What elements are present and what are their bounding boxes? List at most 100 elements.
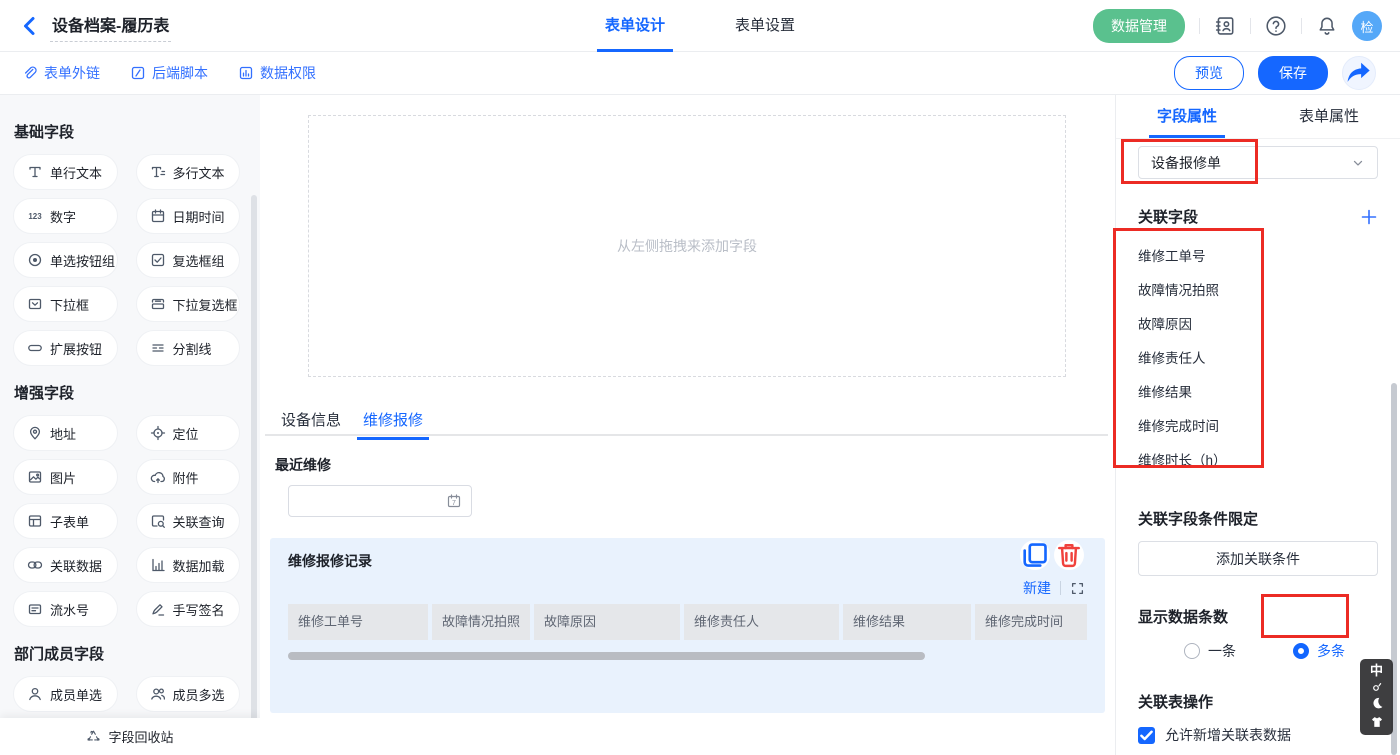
field-pill-label: 分割线 (173, 339, 212, 358)
subtable-actions: 新建 (1023, 578, 1085, 598)
field-pill-label: 手写签名 (173, 600, 225, 619)
divider (1250, 18, 1251, 34)
date-field-input[interactable]: 7 (288, 485, 472, 517)
divider (1060, 581, 1061, 595)
divider (1199, 18, 1200, 34)
field-pill[interactable]: 单选按钮组 (13, 242, 118, 278)
multiselect-icon (150, 296, 166, 312)
ime-toolbar[interactable]: 中 (1360, 659, 1393, 735)
help-icon[interactable] (1265, 15, 1287, 37)
sidebar-scrollbar[interactable] (251, 195, 257, 755)
field-pill-label: 日期时间 (173, 207, 225, 226)
field-pill[interactable]: 子表单 (13, 503, 118, 539)
field-pill[interactable]: 关联数据 (13, 547, 118, 583)
share-icon[interactable] (1342, 56, 1376, 90)
delete-field-icon[interactable] (1054, 540, 1084, 570)
field-pill-label: 子表单 (50, 512, 89, 531)
field-pill[interactable]: 手写签名 (136, 591, 241, 627)
avatar[interactable]: 检 (1352, 11, 1382, 41)
allow-add-row[interactable]: 允许新增关联表数据 (1138, 725, 1378, 745)
related-field-item[interactable]: 维修工单号 (1138, 240, 1378, 274)
field-pill[interactable]: 数据加载 (136, 547, 241, 583)
image-icon (27, 469, 43, 485)
date-field-label: 最近维修 (275, 455, 331, 475)
header-tab[interactable]: 表单设置 (733, 0, 797, 52)
field-pill[interactable]: 成员单选 (13, 676, 118, 712)
new-record-button[interactable]: 新建 (1023, 578, 1051, 598)
field-pill[interactable]: 123数字 (13, 198, 118, 234)
notifications-bell-icon[interactable] (1316, 15, 1338, 37)
field-pill[interactable]: 复选框组 (136, 242, 241, 278)
field-pill[interactable]: 附件 (136, 459, 241, 495)
field-palette-sidebar: 基础字段单行文本多行文本123数字日期时间单选按钮组复选框组下拉框下拉复选框扩展… (0, 95, 260, 755)
field-pill[interactable]: 下拉复选框 (136, 286, 241, 322)
field-pill[interactable]: 图片 (13, 459, 118, 495)
sidebar-section-grid: 单行文本多行文本 123数字 日期时间单选按钮组 复选框组下拉框 下拉复选框扩展按钮 分割… (13, 154, 240, 366)
toolbar-link[interactable]: 数据权限 (238, 63, 316, 83)
field-pill[interactable]: 关联查询 (136, 503, 241, 539)
add-field-plus-icon[interactable] (1360, 208, 1378, 226)
sidebar-section-title: 部门成员字段 (14, 643, 240, 664)
field-pill[interactable]: 下拉框 (13, 286, 118, 322)
field-pill-label: 关联数据 (50, 556, 102, 575)
field-pill-label: 流水号 (50, 600, 89, 619)
field-pill[interactable]: 成员多选 (136, 676, 241, 712)
header-tab[interactable]: 表单设计 (603, 0, 667, 52)
radio-option[interactable]: 多条 (1293, 641, 1345, 661)
field-pill[interactable]: 地址 (13, 415, 118, 451)
users-icon (150, 686, 166, 702)
horizontal-scrollbar[interactable] (288, 652, 925, 660)
data-manage-button[interactable]: 数据管理 (1093, 9, 1185, 43)
toolbar-link-icon (22, 65, 38, 81)
ime-punctuation-icon[interactable] (1372, 682, 1382, 692)
related-field-item[interactable]: 维修时长（h） (1138, 444, 1378, 478)
panel-tab[interactable]: 表单属性 (1258, 95, 1400, 138)
related-field-item[interactable]: 维修完成时间 (1138, 410, 1378, 444)
page-title[interactable]: 设备档案-履历表 (50, 10, 171, 42)
field-pill-label: 下拉框 (50, 295, 89, 314)
checkbox-checked-icon[interactable] (1138, 727, 1155, 744)
subtable-block-selected[interactable]: 维修报修记录 新建 维修工单号故障情况拍照故障原因维修责任人维修结果维修完成时间 (270, 538, 1105, 713)
field-pill-label: 单选按钮组 (50, 251, 115, 270)
add-condition-button[interactable]: 添加关联条件 (1138, 541, 1378, 576)
toolbar-link[interactable]: 后端脚本 (130, 63, 208, 83)
related-form-select[interactable]: 设备报修单 (1138, 146, 1378, 179)
field-pill[interactable]: 多行文本 (136, 154, 241, 190)
canvas-tab[interactable]: 维修报修 (360, 409, 426, 440)
signature-icon (150, 601, 166, 617)
related-field-item[interactable]: 维修结果 (1138, 376, 1378, 410)
field-pill[interactable]: 单行文本 (13, 154, 118, 190)
back-icon[interactable] (18, 14, 42, 38)
preview-button[interactable]: 预览 (1174, 56, 1244, 90)
properties-panel: 字段属性表单属性 设备报修单 关联字段 维修工单号故障情况拍照故障原因维修责任人… (1115, 95, 1400, 755)
field-pill[interactable]: 定位 (136, 415, 241, 451)
canvas-tab[interactable]: 设备信息 (278, 409, 344, 440)
field-pill[interactable]: 扩展按钮 (13, 330, 118, 366)
expand-icon[interactable] (1070, 581, 1085, 596)
drop-zone[interactable]: 从左侧拖拽来添加字段 (308, 115, 1066, 377)
related-field-item[interactable]: 故障原因 (1138, 308, 1378, 342)
number-icon: 123 (27, 208, 43, 224)
related-field-item[interactable]: 维修责任人 (1138, 342, 1378, 376)
field-pill-label: 定位 (173, 424, 199, 443)
ime-lang-indicator[interactable]: 中 (1370, 664, 1383, 677)
related-field-item[interactable]: 故障情况拍照 (1138, 274, 1378, 308)
field-pill-label: 关联查询 (173, 512, 225, 531)
contacts-icon[interactable] (1214, 15, 1236, 37)
field-pill[interactable]: 日期时间 (136, 198, 241, 234)
moon-icon[interactable] (1370, 696, 1384, 710)
duplicate-field-icon[interactable] (1020, 540, 1050, 570)
related-form-value: 设备报修单 (1151, 153, 1351, 173)
radio-option[interactable]: 一条 (1184, 641, 1236, 661)
field-pill[interactable]: 流水号 (13, 591, 118, 627)
divider-icon (150, 340, 166, 356)
field-recycle-bin[interactable]: 字段回收站 (0, 718, 260, 755)
save-button[interactable]: 保存 (1258, 56, 1328, 90)
panel-tab[interactable]: 字段属性 (1116, 95, 1258, 138)
toolbar-link[interactable]: 表单外链 (22, 63, 100, 83)
form-canvas: 从左侧拖拽来添加字段 设备信息维修报修 最近维修 7 维修报修记录 新建 (260, 95, 1115, 755)
display-count-title: 显示数据条数 (1138, 606, 1378, 627)
field-pill[interactable]: 分割线 (136, 330, 241, 366)
table-column-header: 维修工单号 (288, 604, 428, 640)
skin-shirt-icon[interactable] (1370, 715, 1384, 729)
